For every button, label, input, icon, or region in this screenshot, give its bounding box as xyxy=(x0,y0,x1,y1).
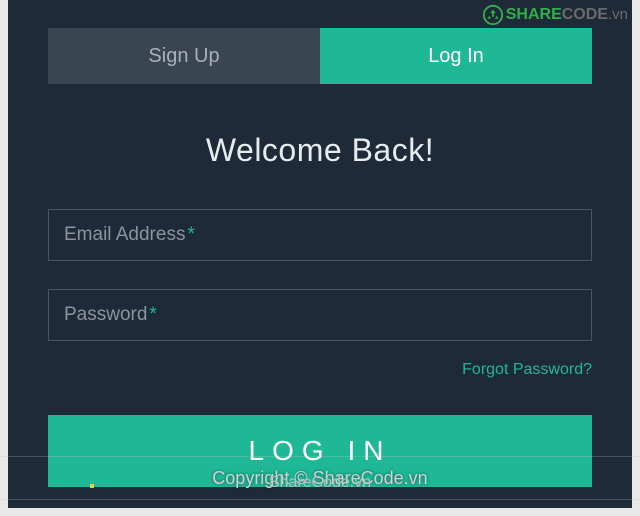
tab-login-label: Log In xyxy=(428,45,484,68)
password-wrapper: Password* xyxy=(48,289,592,341)
password-field[interactable] xyxy=(48,289,592,341)
email-wrapper: Email Address* xyxy=(48,209,592,261)
email-field[interactable] xyxy=(48,209,592,261)
tab-signup-label: Sign Up xyxy=(148,45,219,68)
login-form: Email Address* Password* Forgot Password… xyxy=(8,209,632,487)
forgot-password-link[interactable]: Forgot Password? xyxy=(462,361,592,378)
recycle-icon xyxy=(482,4,504,26)
login-panel: Sign Up Log In Welcome Back! Email Addre… xyxy=(8,0,632,508)
marker-dot xyxy=(90,484,94,488)
watermark-logo: SHARECODE.vn xyxy=(482,4,628,26)
forgot-password-wrap: Forgot Password? xyxy=(48,361,592,379)
auth-tabs: Sign Up Log In xyxy=(48,28,592,84)
tab-login[interactable]: Log In xyxy=(320,28,592,84)
page-title: Welcome Back! xyxy=(8,132,632,169)
watermark-text: SHARECODE.vn xyxy=(506,6,628,24)
watermark-mid: ShareCode.vn xyxy=(269,474,371,492)
tab-signup[interactable]: Sign Up xyxy=(48,28,320,84)
